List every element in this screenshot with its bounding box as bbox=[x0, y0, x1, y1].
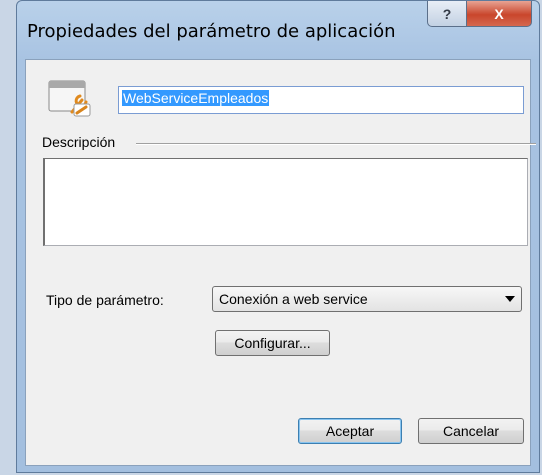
help-button[interactable]: ? bbox=[427, 1, 467, 27]
configure-button[interactable]: Configurar... bbox=[215, 330, 330, 356]
cancel-button[interactable]: Cancelar bbox=[418, 418, 524, 444]
chevron-down-icon bbox=[505, 296, 515, 302]
close-icon: X bbox=[494, 5, 504, 22]
description-textarea[interactable] bbox=[43, 158, 528, 246]
accept-button[interactable]: Aceptar bbox=[298, 418, 402, 444]
parameter-name-input[interactable]: WebServiceEmpleados bbox=[118, 86, 524, 114]
window-wrench-icon bbox=[46, 78, 94, 118]
parameter-name-value: WebServiceEmpleados bbox=[122, 90, 270, 106]
parameter-type-selected: Conexión a web service bbox=[219, 291, 368, 307]
parameter-type-label: Tipo de parámetro: bbox=[46, 292, 164, 308]
help-icon: ? bbox=[442, 5, 452, 22]
description-label: Descripción bbox=[42, 134, 122, 150]
parameter-type-select[interactable]: Conexión a web service bbox=[212, 286, 522, 312]
title-bar[interactable]: Propiedades del parámetro de aplicación … bbox=[17, 1, 539, 59]
dialog-client-area: WebServiceEmpleados Descripción Tipo de … bbox=[25, 59, 536, 466]
dialog-window: Propiedades del parámetro de aplicación … bbox=[16, 0, 540, 473]
close-button[interactable]: X bbox=[466, 1, 532, 27]
window-title: Propiedades del parámetro de aplicación bbox=[27, 21, 396, 42]
description-divider bbox=[136, 143, 536, 145]
